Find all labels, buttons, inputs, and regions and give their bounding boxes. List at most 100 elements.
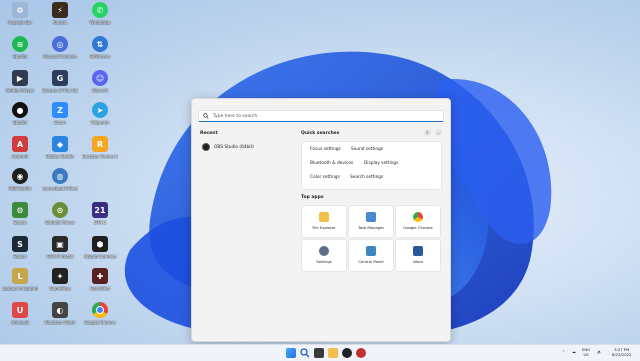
roblox-studio-icon: ◆ <box>52 136 68 152</box>
recent-heading: Recent <box>200 131 218 136</box>
desktop-icon[interactable]: ≋ Spotify <box>2 36 38 59</box>
desktop-icon[interactable]: ♻ Recycle Bin <box>2 2 38 25</box>
control-panel-icon <box>366 246 376 256</box>
spotify-icon: ● <box>12 102 28 118</box>
desktop-icon[interactable]: ✦ GamePrep <box>42 268 78 291</box>
top-app-settings[interactable]: Settings <box>301 239 347 272</box>
desktop-icon[interactable]: ◆ Roblox Studio <box>42 136 78 159</box>
quick-search-display[interactable]: Display settings <box>364 161 398 166</box>
gear-icon <box>319 246 329 256</box>
top-app-task-manager[interactable]: Task Manager <box>348 205 394 238</box>
word-icon <box>413 246 423 256</box>
steam-icon: ⚙ <box>12 202 28 218</box>
desktop-icon[interactable]: ✆ WhatsApp <box>82 2 118 25</box>
search-panel: Type here to search Recent OBS Studio (6… <box>191 98 451 342</box>
ubisoft-icon: ⬢ <box>92 236 108 252</box>
rockstar-icon: ◐ <box>52 302 68 318</box>
outlook-mover-icon: ⊙ <box>52 202 68 218</box>
start-icon[interactable] <box>286 348 296 358</box>
desktop-icon[interactable]: Z Zoom <box>42 102 78 125</box>
folder-icon <box>319 212 329 222</box>
language-indicator[interactable]: ENG US <box>582 347 590 357</box>
quick-search-search[interactable]: Search settings <box>350 175 383 180</box>
desktop-icon[interactable]: ◉ OBS Studio <box>2 168 38 191</box>
desktop-icon[interactable]: ◍ Launchpad (Tiles) <box>42 168 78 191</box>
quick-searches-heading: Quick searches <box>301 131 340 136</box>
clock[interactable]: 3:27 PM 8/23/2022 <box>612 347 631 357</box>
steam-icon: S <box>12 236 28 252</box>
more-options-button[interactable]: ... <box>435 129 442 136</box>
launchpad-icon: ◍ <box>52 168 68 184</box>
desktop-icon[interactable]: ▶ Golden Player <box>2 70 38 93</box>
obs-icon <box>202 143 210 151</box>
quick-search-color[interactable]: Color settings <box>310 175 340 180</box>
top-apps-heading: Top apps <box>301 195 324 200</box>
lol-icon: L <box>12 268 28 284</box>
desktop-icon[interactable]: A Android <box>2 136 38 159</box>
desktop-icon[interactable]: 21 GTA 5 <box>82 202 118 225</box>
gta-icon: ▣ <box>52 236 68 252</box>
desktop-icon[interactable]: L League of Legends <box>2 268 38 291</box>
desktop-icon[interactable]: ◐ Rockstar Client <box>42 302 78 325</box>
discord-icon: ☺ <box>92 70 108 86</box>
desktop-icon[interactable]: ⇅ BitTorrent <box>82 36 118 59</box>
recycle-bin-icon: ♻ <box>12 2 28 18</box>
quick-search-actions: F ... <box>424 129 442 136</box>
search-input[interactable]: Type here to search <box>213 114 257 119</box>
desktop-icon[interactable]: ⚡ Kinetic <box>42 2 78 25</box>
whatsapp-icon: ✆ <box>92 2 108 18</box>
top-app-chrome[interactable]: Google Chrome <box>395 205 441 238</box>
android-icon: A <box>12 136 28 152</box>
desktop-icon[interactable]: Google Chrome <box>82 302 118 325</box>
chrome-icon <box>92 302 108 318</box>
gameprep-icon: ✦ <box>52 268 68 284</box>
desktop-icon[interactable]: G Garena of The Gamer <box>42 70 78 93</box>
file-explorer-icon[interactable] <box>328 348 338 358</box>
quick-searches-box: Focus settings Sound settings Bluetooth … <box>301 141 442 190</box>
search-icon <box>203 113 209 119</box>
top-app-word[interactable]: Word <box>395 239 441 272</box>
gta5-icon: 21 <box>92 202 108 218</box>
task-view-icon[interactable] <box>314 348 324 358</box>
discord-connect-icon: ◎ <box>52 36 68 52</box>
volume-icon[interactable]: 🔈 <box>597 349 602 354</box>
zoom-icon: Z <box>52 102 68 118</box>
desktop-icon[interactable]: ◎ Discord Connect <box>42 36 78 59</box>
desktop-icon[interactable]: ▣ GTA IV Install <box>42 236 78 259</box>
quick-search-bluetooth[interactable]: Bluetooth & devices <box>310 161 353 166</box>
desktop-icon[interactable]: ✚ GameTest <box>82 268 118 291</box>
app-taskbar-icon[interactable] <box>356 348 366 358</box>
uninstall-icon: U <box>12 302 28 318</box>
obs-icon: ◉ <box>12 168 28 184</box>
kinetic-icon: ⚡ <box>52 2 68 18</box>
tray-chevron-icon[interactable]: ^ <box>562 349 565 354</box>
onedrive-icon[interactable]: ☁ <box>572 349 576 354</box>
top-app-control-panel[interactable]: Control Panel <box>348 239 394 272</box>
telegram-icon: ➤ <box>92 102 108 118</box>
bittorrent-icon: ⇅ <box>92 36 108 52</box>
spotify-icon: ≋ <box>12 36 28 52</box>
desktop-icon[interactable]: ☺ Discord <box>82 70 118 93</box>
desktop-icon[interactable]: ⚙ Steam <box>2 202 38 225</box>
chrome-icon <box>413 212 423 222</box>
obs-taskbar-icon[interactable] <box>342 348 352 358</box>
top-app-file-explorer[interactable]: File Explorer <box>301 205 347 238</box>
task-manager-icon <box>366 212 376 222</box>
search-box[interactable]: Type here to search <box>198 110 444 122</box>
desktop-icon[interactable]: U Uninstall <box>2 302 38 325</box>
desktop-icons: ♻ Recycle Bin ≋ Spotify ▶ Golden Player … <box>0 0 120 344</box>
desktop-icon[interactable]: ● Spotify <box>2 102 38 125</box>
quick-search-focus[interactable]: Focus settings <box>310 147 341 152</box>
recent-item-label: OBS Studio (64bit) <box>214 144 254 150</box>
golden-player-icon: ▶ <box>12 70 28 86</box>
desktop-icon[interactable]: ➤ Telegram <box>82 102 118 125</box>
desktop-icon[interactable]: R Rockstar Games Launcher <box>82 136 118 159</box>
rockstar-games-icon: R <box>92 136 108 152</box>
desktop-icon[interactable]: ⊙ Outlook Mover <box>42 202 78 225</box>
quick-search-sound[interactable]: Sound settings <box>351 147 383 152</box>
desktop-icon[interactable]: ⬢ Ubisoft Connect <box>82 236 118 259</box>
search-icon[interactable] <box>300 348 310 358</box>
profile-button[interactable]: F <box>424 129 431 136</box>
recent-item[interactable]: OBS Studio (64bit) <box>202 143 254 151</box>
desktop-icon[interactable]: S Steam <box>2 236 38 259</box>
